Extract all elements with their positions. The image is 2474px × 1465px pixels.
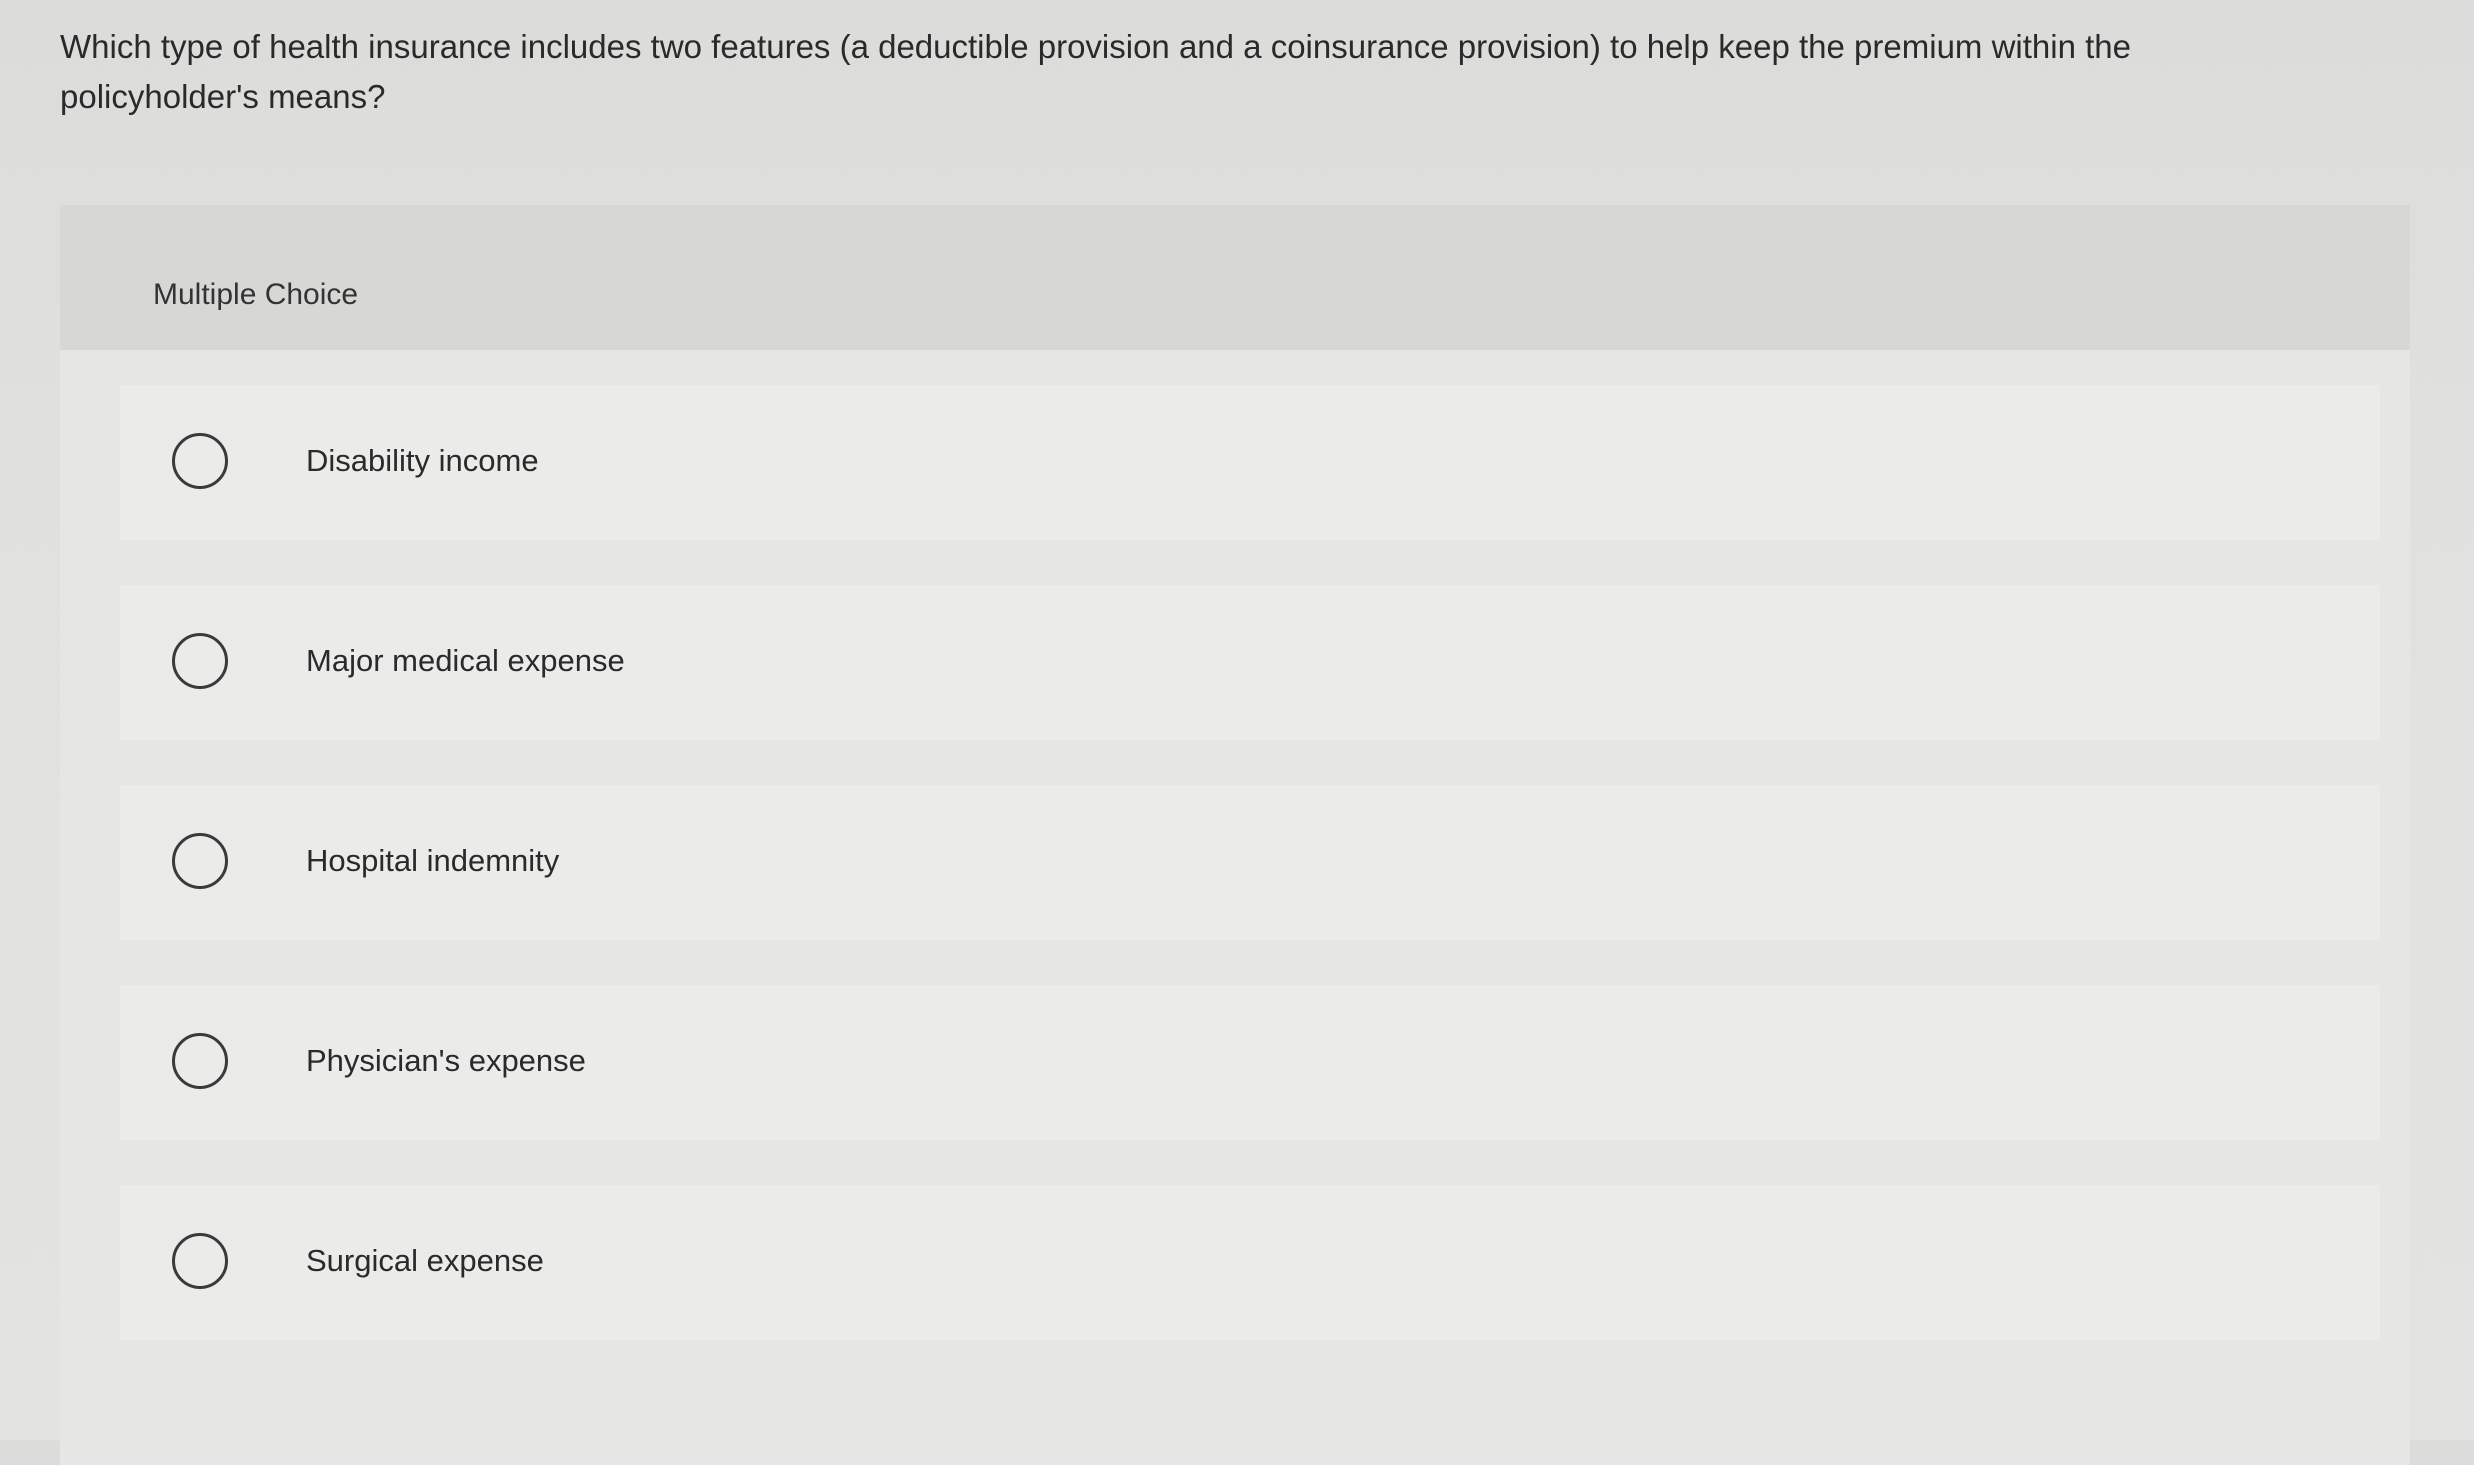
question-type-label: Multiple Choice [153, 278, 359, 311]
answer-option-label: Major medical expense [306, 642, 625, 678]
answer-option-major-medical-expense[interactable]: Major medical expense [120, 585, 2380, 740]
answer-option-label: Hospital indemnity [306, 842, 560, 878]
answer-option-label: Physician's expense [306, 1042, 586, 1078]
answer-option-disability-income[interactable]: Disability income [120, 385, 2380, 540]
answer-options: Disability income Major medical expense … [120, 385, 2400, 1385]
radio-button-icon[interactable] [172, 432, 228, 489]
question-text: Which type of health insurance includes … [60, 28, 2131, 115]
answer-option-physicians-expense[interactable]: Physician's expense [120, 985, 2380, 1140]
radio-button-icon[interactable] [172, 1032, 228, 1089]
card-header: Multiple Choice [60, 205, 2410, 350]
radio-button-icon[interactable] [172, 632, 228, 689]
answer-option-surgical-expense[interactable]: Surgical expense [120, 1185, 2380, 1340]
radio-button-icon[interactable] [172, 832, 228, 889]
answer-option-label: Disability income [306, 442, 539, 478]
radio-button-icon[interactable] [172, 1232, 228, 1289]
answer-option-hospital-indemnity[interactable]: Hospital indemnity [120, 785, 2380, 940]
answer-option-label: Surgical expense [306, 1242, 544, 1278]
multiple-choice-card: Multiple Choice Disability income Major … [60, 205, 2410, 1465]
